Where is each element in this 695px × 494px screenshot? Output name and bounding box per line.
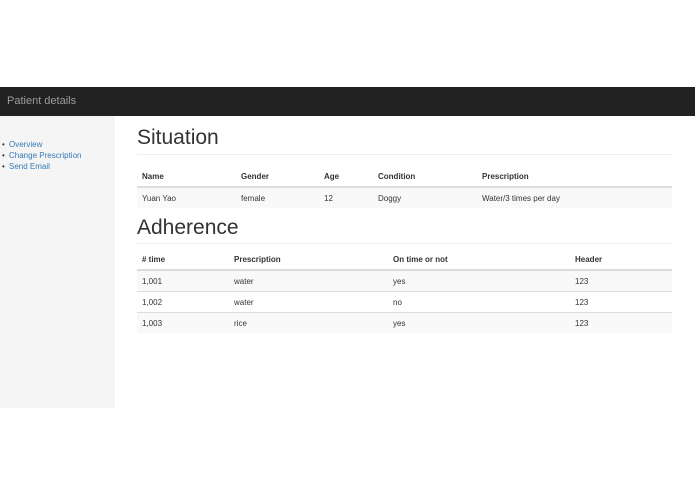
sidebar-nav: • Overview • Change Prescription • Send Ema…: [2, 139, 81, 172]
cell-header: 123: [570, 269, 672, 292]
cell-time: 1,001: [137, 269, 229, 292]
sidebar-item-send-email: • Send Email: [2, 161, 81, 172]
cell-on-time: yes: [388, 312, 570, 333]
bullet-icon: •: [2, 151, 5, 160]
navbar-brand[interactable]: Patient details: [7, 95, 76, 107]
adherence-heading: Adherence: [137, 216, 239, 239]
cell-condition: Doggy: [373, 186, 477, 208]
sidebar: • Overview • Change Prescription • Send Ema…: [0, 116, 115, 408]
situation-divider: [137, 154, 672, 155]
column-header-header: Header: [570, 249, 672, 271]
top-navbar: Patient details: [0, 87, 695, 116]
cell-header: 123: [570, 312, 672, 333]
sidebar-item-change-prescription: • Change Prescription: [2, 150, 81, 161]
table-row: Yuan Yao female 12 Doggy Water/3 times p…: [137, 186, 672, 208]
cell-prescription: water: [229, 269, 388, 292]
cell-time: 1,002: [137, 291, 229, 313]
column-header-on-time: On time or not: [388, 249, 570, 271]
cell-name: Yuan Yao: [137, 186, 236, 208]
cell-gender: female: [236, 186, 319, 208]
cell-age: 12: [319, 186, 373, 208]
cell-time: 1,003: [137, 312, 229, 333]
adherence-table: # time Prescription On time or not Heade…: [137, 249, 672, 333]
cell-prescription: Water/3 times per day: [477, 186, 672, 208]
adherence-divider: [137, 243, 672, 244]
column-header-name: Name: [137, 166, 236, 188]
cell-prescription: water: [229, 291, 388, 313]
column-header-condition: Condition: [373, 166, 477, 188]
bullet-icon: •: [2, 162, 5, 171]
table-row: 1,003 rice yes 123: [137, 312, 672, 333]
adherence-header-row: # time Prescription On time or not Heade…: [137, 249, 672, 271]
situation-header-row: Name Gender Age Condition Prescription: [137, 166, 672, 188]
cell-prescription: rice: [229, 312, 388, 333]
situation-heading: Situation: [137, 126, 219, 149]
column-header-age: Age: [319, 166, 373, 188]
column-header-gender: Gender: [236, 166, 319, 188]
situation-table: Name Gender Age Condition Prescription Y…: [137, 166, 672, 208]
column-header-prescription: Prescription: [477, 166, 672, 188]
cell-on-time: yes: [388, 269, 570, 292]
bullet-icon: •: [2, 140, 5, 149]
sidebar-link-overview[interactable]: Overview: [9, 140, 42, 149]
sidebar-link-send-email[interactable]: Send Email: [9, 162, 50, 171]
sidebar-link-change-prescription[interactable]: Change Prescription: [9, 151, 81, 160]
cell-on-time: no: [388, 291, 570, 313]
table-row: 1,002 water no 123: [137, 291, 672, 313]
column-header-time: # time: [137, 249, 229, 271]
table-row: 1,001 water yes 123: [137, 269, 672, 292]
column-header-prescription: Prescription: [229, 249, 388, 271]
cell-header: 123: [570, 291, 672, 313]
sidebar-item-overview: • Overview: [2, 139, 81, 150]
